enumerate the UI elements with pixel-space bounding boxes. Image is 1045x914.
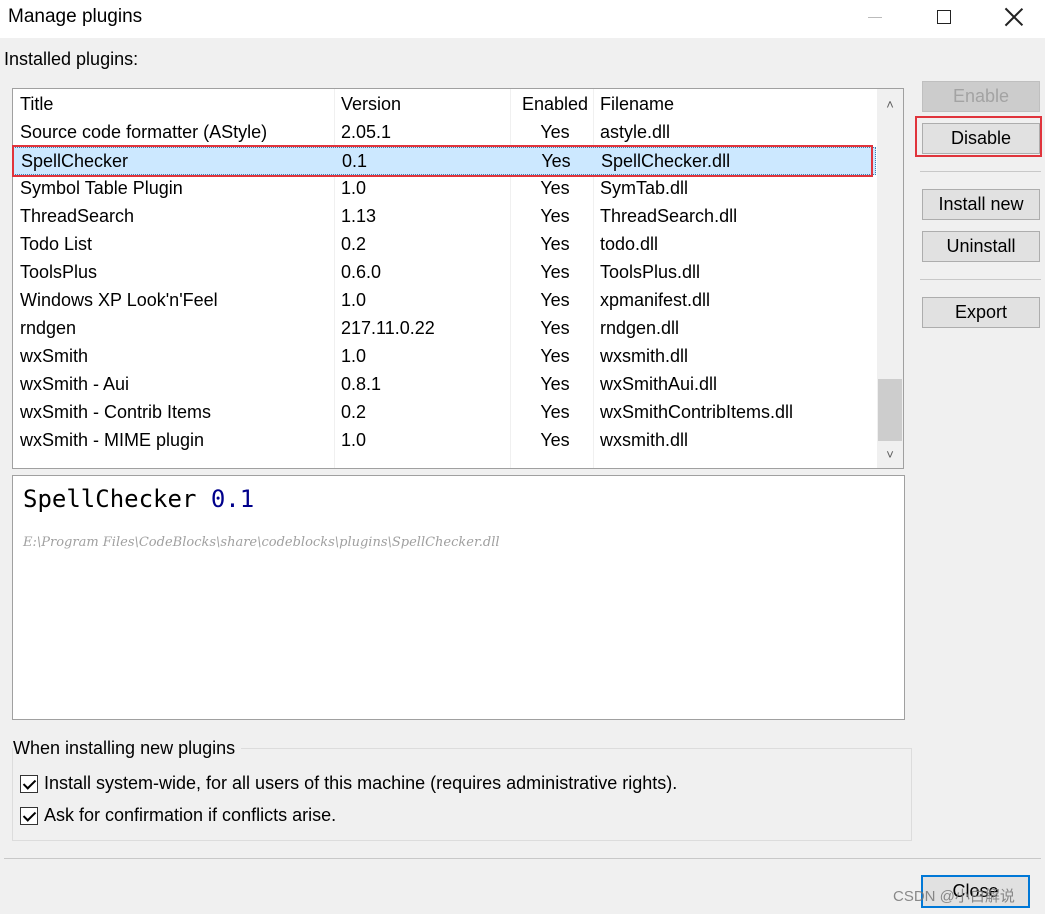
column-header-version[interactable]: Version (341, 94, 401, 115)
highlight-box (12, 145, 873, 177)
plugin-filename: wxSmithContribItems.dll (600, 402, 794, 422)
close-window-button[interactable] (979, 0, 1045, 34)
highlight-box (915, 116, 1042, 157)
confirm-conflicts-label: Ask for confirmation if conflicts arise. (44, 805, 337, 825)
detail-plugin-path: E:\Program Files\CodeBlocks\share\codebl… (23, 535, 500, 550)
title-bar: Manage plugins (0, 0, 1045, 38)
plugin-row[interactable]: ToolsPlus 0.6.0 Yes ToolsPlus.dll (13, 259, 876, 287)
plugin-enabled: Yes (540, 430, 570, 450)
plugin-row[interactable]: Symbol Table Plugin 1.0 Yes SymTab.dll (13, 175, 876, 203)
plugin-title: wxSmith - Contrib Items (20, 402, 212, 422)
detail-title: SpellChecker 0.1 (23, 485, 254, 513)
plugin-row[interactable]: wxSmith - Aui 0.8.1 Yes wxSmithAui.dll (13, 371, 876, 399)
scrollbar-thumb[interactable] (878, 379, 902, 441)
plugin-version: 2.05.1 (341, 122, 392, 142)
plugin-title: rndgen (20, 318, 77, 338)
plugin-filename: ToolsPlus.dll (600, 262, 701, 282)
column-header-enabled[interactable]: Enabled (517, 94, 593, 115)
plugin-title: Symbol Table Plugin (20, 178, 183, 198)
plugin-version: 1.0 (341, 178, 367, 198)
plugin-row[interactable]: wxSmith - Contrib Items 0.2 Yes wxSmithCont… (13, 399, 876, 427)
bottom-separator (4, 858, 1041, 859)
plugin-title: Todo List (20, 234, 93, 254)
plugin-title: ThreadSearch (20, 206, 135, 226)
install-options-label: When installing new plugins (13, 738, 242, 759)
column-header-title[interactable]: Title (20, 94, 53, 115)
plugin-enabled: Yes (540, 318, 570, 338)
plugin-version: 0.2 (341, 402, 367, 422)
plugin-enabled: Yes (540, 402, 570, 422)
detail-plugin-name: SpellChecker (23, 485, 197, 513)
list-header: Title Version Enabled Filename (13, 91, 876, 119)
plugin-title: wxSmith - Aui (20, 374, 130, 394)
plugin-row[interactable]: rndgen 217.11.0.22 Yes rndgen.dll (13, 315, 876, 343)
plugin-filename: SymTab.dll (600, 178, 689, 198)
confirm-conflicts-option[interactable]: Ask for confirmation if conflicts arise. (20, 805, 336, 826)
scroll-down-icon[interactable]: ˅ (877, 443, 903, 465)
plugin-row[interactable]: Source code formatter (AStyle) 2.05.1 Yes a… (13, 119, 876, 147)
plugin-filename: ThreadSearch.dll (600, 206, 738, 226)
plugin-enabled: Yes (540, 122, 570, 142)
system-wide-label: Install system-wide, for all users of th… (44, 773, 678, 793)
plugin-enabled: Yes (540, 346, 570, 366)
plugin-filename: astyle.dll (600, 122, 671, 142)
scroll-up-icon[interactable]: ˄ (877, 93, 903, 115)
plugin-filename: wxSmithAui.dll (600, 374, 718, 394)
plugin-title: wxSmith (20, 346, 89, 366)
plugin-title: Source code formatter (AStyle) (20, 122, 268, 142)
system-wide-option[interactable]: Install system-wide, for all users of th… (20, 773, 677, 794)
plugin-version: 1.13 (341, 206, 377, 226)
plugin-filename: wxsmith.dll (600, 346, 689, 366)
minimize-icon (868, 16, 882, 18)
plugin-row[interactable]: ThreadSearch 1.13 Yes ThreadSearch.dll (13, 203, 876, 231)
plugin-filename: xpmanifest.dll (600, 290, 711, 310)
plugin-version: 1.0 (341, 290, 367, 310)
column-header-filename[interactable]: Filename (600, 94, 674, 115)
plugin-version: 0.2 (341, 234, 367, 254)
plugin-enabled: Yes (540, 206, 570, 226)
plugin-enabled: Yes (540, 374, 570, 394)
plugin-filename: rndgen.dll (600, 318, 680, 338)
plugin-version: 1.0 (341, 346, 367, 366)
plugin-title: ToolsPlus (20, 262, 98, 282)
plugin-row[interactable]: Todo List 0.2 Yes todo.dll (13, 231, 876, 259)
system-wide-checkbox[interactable] (20, 774, 38, 793)
minimize-button[interactable] (840, 0, 910, 34)
uninstall-button[interactable]: Uninstall (922, 231, 1040, 262)
plugin-filename: wxsmith.dll (600, 430, 689, 450)
install-new-button[interactable]: Install new (922, 189, 1040, 220)
watermark: CSDN @小白解说 (893, 888, 1015, 905)
plugin-title: wxSmith - MIME plugin (20, 430, 205, 450)
button-separator (920, 279, 1041, 280)
enable-button[interactable]: Enable (922, 81, 1040, 112)
plugin-enabled: Yes (540, 290, 570, 310)
maximize-icon (937, 10, 951, 24)
plugin-enabled: Yes (540, 262, 570, 282)
install-options-group (12, 748, 912, 841)
confirm-conflicts-checkbox[interactable] (20, 806, 38, 825)
plugin-enabled: Yes (540, 234, 570, 254)
plugin-version: 217.11.0.22 (341, 318, 435, 338)
maximize-button[interactable] (909, 0, 979, 34)
plugin-version: 0.8.1 (341, 374, 382, 394)
plugin-version: 1.0 (341, 430, 367, 450)
plugin-row[interactable]: wxSmith - MIME plugin 1.0 Yes wxsmith.dll (13, 427, 876, 455)
vertical-scrollbar[interactable]: ˄ ˅ (877, 89, 903, 468)
plugin-filename: todo.dll (600, 234, 659, 254)
plugin-title: Windows XP Look'n'Feel (20, 290, 218, 310)
plugin-detail-pane: SpellChecker 0.1 E:\Program Files\CodeBl… (12, 475, 905, 720)
close-icon (1005, 8, 1023, 26)
plugin-row[interactable]: wxSmith 1.0 Yes wxsmith.dll (13, 343, 876, 371)
plugin-enabled: Yes (540, 178, 570, 198)
window-title: Manage plugins (8, 6, 143, 27)
installed-plugins-label: Installed plugins: (4, 49, 139, 69)
button-separator (920, 171, 1041, 172)
export-button[interactable]: Export (922, 297, 1040, 328)
plugin-row[interactable]: Windows XP Look'n'Feel 1.0 Yes xpmanifest.d… (13, 287, 876, 315)
detail-plugin-version: 0.1 (210, 485, 255, 513)
plugin-version: 0.6.0 (341, 262, 382, 282)
